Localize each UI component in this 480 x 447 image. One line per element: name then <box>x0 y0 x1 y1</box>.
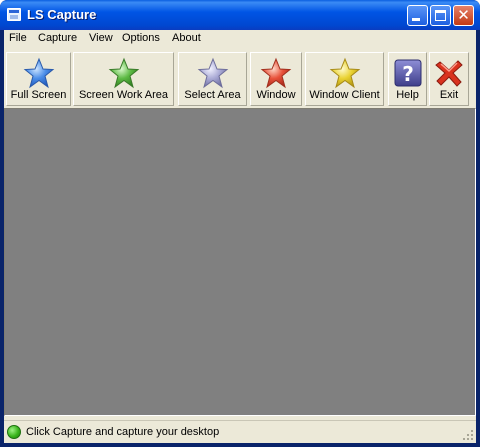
yellow-star-icon <box>329 57 361 89</box>
toolbar: Full Screen Screen Work Area Select Area <box>4 50 476 106</box>
menu-bar: File Capture View Options About <box>4 30 476 48</box>
window-client-button[interactable]: Window Client <box>305 52 384 106</box>
maximize-button[interactable] <box>430 5 451 26</box>
full-screen-label: Full Screen <box>10 89 67 101</box>
menu-about[interactable]: About <box>172 32 201 44</box>
help-label: Help <box>396 89 419 101</box>
capture-preview-area[interactable] <box>4 108 476 416</box>
full-screen-button[interactable]: Full Screen <box>6 52 71 106</box>
app-window: LS Capture ✕ File Capture View Options A… <box>0 0 480 447</box>
select-area-label: Select Area <box>184 89 241 101</box>
window-client-label: Window Client <box>309 89 380 101</box>
window-button[interactable]: Window <box>250 52 302 106</box>
status-text: Click Capture and capture your desktop <box>26 426 220 438</box>
screen-work-area-label: Screen Work Area <box>78 89 169 101</box>
svg-text:?: ? <box>402 62 414 86</box>
maximize-icon <box>435 10 446 21</box>
red-x-icon <box>433 57 465 89</box>
resize-grip-icon[interactable] <box>462 429 474 441</box>
client-area: File Capture View Options About Full Scr… <box>4 30 476 443</box>
menu-capture[interactable]: Capture <box>38 32 77 44</box>
menu-options[interactable]: Options <box>122 32 160 44</box>
menu-view[interactable]: View <box>89 32 113 44</box>
window-label: Window <box>256 89 296 101</box>
window-title: LS Capture <box>27 7 97 22</box>
title-bar[interactable]: LS Capture ✕ <box>0 0 480 30</box>
red-star-icon <box>260 57 292 89</box>
minimize-icon <box>412 18 420 21</box>
screen-work-area-button[interactable]: Screen Work Area <box>73 52 174 106</box>
help-button[interactable]: ? Help <box>388 52 427 106</box>
exit-label: Exit <box>439 89 459 101</box>
close-icon: ✕ <box>457 6 470 24</box>
menu-file[interactable]: File <box>9 32 27 44</box>
exit-button[interactable]: Exit <box>429 52 469 106</box>
green-status-icon <box>7 425 21 439</box>
select-area-button[interactable]: Select Area <box>178 52 247 106</box>
minimize-button[interactable] <box>407 5 428 26</box>
green-star-icon <box>108 57 140 89</box>
blue-star-icon <box>23 57 55 89</box>
close-button[interactable]: ✕ <box>453 5 474 26</box>
question-mark-icon: ? <box>392 57 424 89</box>
app-window-icon[interactable] <box>7 8 21 21</box>
status-bar: Click Capture and capture your desktop <box>4 420 476 443</box>
lavender-star-icon <box>197 57 229 89</box>
